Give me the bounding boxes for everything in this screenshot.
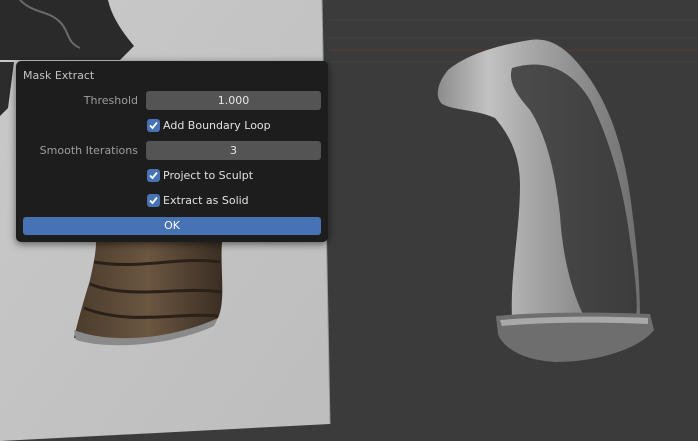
smooth-iterations-row: Smooth Iterations 3 — [16, 141, 328, 161]
checkmark-icon — [149, 196, 158, 205]
panel-title: Mask Extract — [23, 69, 95, 82]
checkmark-icon — [149, 121, 158, 130]
extract-as-solid-checkbox[interactable] — [147, 194, 160, 207]
smooth-iterations-label: Smooth Iterations — [39, 144, 138, 157]
ok-button[interactable]: OK — [23, 217, 321, 235]
checkmark-icon — [149, 171, 158, 180]
smooth-iterations-field[interactable]: 3 — [146, 141, 321, 160]
mask-extract-panel[interactable]: Mask Extract Threshold 1.000 Add Boundar… — [16, 61, 328, 242]
add-boundary-loop-label: Add Boundary Loop — [163, 119, 271, 132]
threshold-field[interactable]: 1.000 — [146, 91, 321, 110]
project-to-sculpt-label: Project to Sculpt — [163, 169, 254, 182]
add-boundary-loop-checkbox[interactable] — [147, 119, 160, 132]
extract-as-solid-label: Extract as Solid — [163, 194, 249, 207]
project-to-sculpt-checkbox[interactable] — [147, 169, 160, 182]
threshold-row: Threshold 1.000 — [16, 91, 328, 111]
threshold-label: Threshold — [83, 94, 138, 107]
